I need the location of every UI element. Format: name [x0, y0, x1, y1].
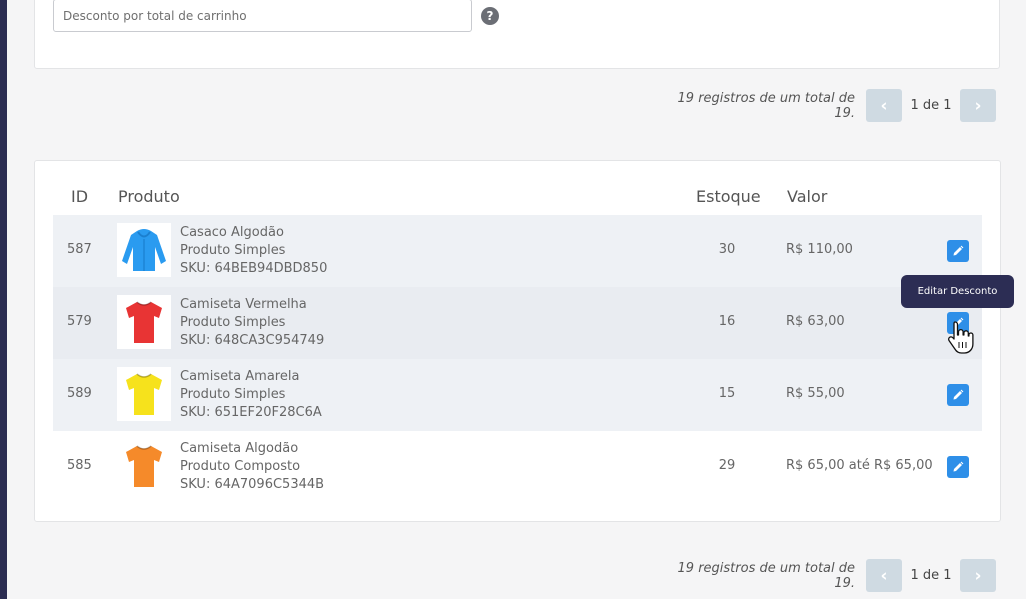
table-row: 587 Casaco Algodão Produto Simples SKU: …: [53, 215, 982, 287]
product-sku: SKU: 651EF20F28C6A: [180, 405, 322, 420]
table-row: 579 Camiseta Vermelha Produto Simples SK…: [53, 287, 982, 359]
product-info: Camiseta Amarela Produto Simples SKU: 65…: [180, 368, 322, 422]
left-sidebar-edge: [0, 0, 7, 599]
chevron-left-icon: ‹: [880, 565, 888, 586]
chevron-left-icon: ‹: [880, 95, 888, 116]
edit-discount-tooltip: Editar Desconto: [901, 275, 1014, 308]
prev-page-button[interactable]: ‹: [866, 559, 902, 592]
edit-discount-button[interactable]: [947, 384, 969, 406]
page-indicator: 1 de 1: [910, 98, 952, 113]
header-id: ID: [71, 187, 89, 206]
row-stock: 30: [718, 242, 736, 257]
product-sku: SKU: 64BEB94DBD850: [180, 261, 328, 276]
header-product: Produto: [118, 187, 180, 206]
product-name: Casaco Algodão: [180, 225, 284, 240]
help-icon[interactable]: ?: [481, 7, 499, 25]
product-info: Camiseta Algodão Produto Composto SKU: 6…: [180, 440, 324, 494]
row-id: 587: [67, 242, 92, 257]
chevron-right-icon: ›: [974, 95, 982, 116]
prev-page-button[interactable]: ‹: [866, 89, 902, 122]
product-info: Casaco Algodão Produto Simples SKU: 64BE…: [180, 224, 327, 278]
product-type: Produto Composto: [180, 459, 301, 474]
product-sku: SKU: 64A7096C5344B: [180, 477, 325, 492]
hand-cursor-icon: [948, 321, 974, 354]
table-row: 585 Camiseta Algodão Produto Composto SK…: [53, 431, 982, 503]
edit-discount-button[interactable]: [947, 456, 969, 478]
product-type: Produto Simples: [180, 387, 286, 402]
row-id: 585: [67, 458, 92, 473]
filter-card: ?: [34, 0, 1000, 69]
page-indicator: 1 de 1: [910, 568, 952, 583]
pencil-icon: [953, 461, 964, 472]
row-id: 579: [67, 314, 92, 329]
records-summary: 19 registros de um total de 19.: [677, 90, 855, 121]
cart-total-discount-input[interactable]: [53, 0, 472, 32]
product-info: Camiseta Vermelha Produto Simples SKU: 6…: [180, 296, 324, 350]
product-name: Camiseta Vermelha: [180, 297, 307, 312]
pagination-bottom: 19 registros de um total de 19. ‹ 1 de 1…: [660, 559, 996, 592]
product-thumbnail: [117, 439, 171, 493]
edit-discount-button[interactable]: [947, 240, 969, 262]
records-summary: 19 registros de um total de 19.: [677, 560, 855, 591]
row-value: R$ 65,00 até R$ 65,00: [786, 458, 933, 473]
product-thumbnail: [117, 223, 171, 277]
product-name: Camiseta Amarela: [180, 369, 300, 384]
next-page-button[interactable]: ›: [960, 559, 996, 592]
product-thumbnail: [117, 295, 171, 349]
row-value: R$ 110,00: [786, 242, 853, 257]
row-id: 589: [67, 386, 92, 401]
pencil-icon: [953, 389, 964, 400]
header-value: Valor: [787, 187, 828, 206]
row-stock: 15: [718, 386, 736, 401]
product-type: Produto Simples: [180, 315, 286, 330]
tshirt-icon: [126, 445, 162, 487]
tshirt-icon: [126, 373, 162, 415]
chevron-right-icon: ›: [974, 565, 982, 586]
row-stock: 16: [718, 314, 736, 329]
product-type: Produto Simples: [180, 243, 286, 258]
next-page-button[interactable]: ›: [960, 89, 996, 122]
hoodie-icon: [122, 229, 166, 271]
pagination-top: 19 registros de um total de 19. ‹ 1 de 1…: [660, 89, 996, 122]
product-thumbnail: [117, 367, 171, 421]
row-stock: 29: [718, 458, 736, 473]
header-stock: Estoque: [696, 187, 761, 206]
product-sku: SKU: 648CA3C954749: [180, 333, 325, 348]
row-value: R$ 63,00: [786, 314, 845, 329]
table-row: 589 Camiseta Amarela Produto Simples SKU…: [53, 359, 982, 431]
product-name: Camiseta Algodão: [180, 441, 299, 456]
row-value: R$ 55,00: [786, 386, 845, 401]
tshirt-icon: [126, 301, 162, 343]
products-table-card: ID Produto Estoque Valor 587 Casaco Algo…: [34, 160, 1001, 522]
pencil-icon: [953, 245, 964, 256]
